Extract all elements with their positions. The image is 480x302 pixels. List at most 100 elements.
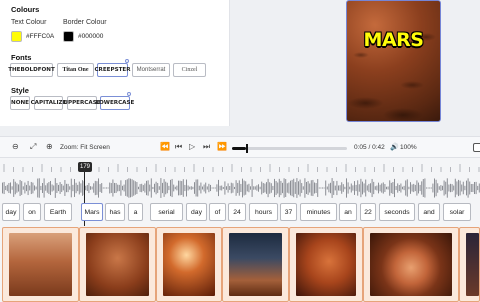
caption-settings-panel: Colours Text Colour #FFFC0A Border Colou…	[0, 0, 230, 126]
waveform-bar	[11, 186, 13, 190]
waveform-bar	[85, 185, 87, 191]
volume-icon[interactable]: 🔊	[390, 143, 399, 151]
border-colour-label: Border Colour	[63, 19, 107, 26]
caption-word-chip[interactable]: an	[339, 203, 357, 221]
playback-progress[interactable]	[232, 144, 347, 153]
caption-word-chip[interactable]: of	[209, 203, 226, 221]
caption-word-chip[interactable]: day	[186, 203, 207, 221]
border-colour-swatch[interactable]	[63, 31, 74, 42]
scene-thumbnail[interactable]	[363, 227, 459, 302]
text-colour-swatch[interactable]	[11, 31, 22, 42]
font-option-creepster[interactable]: CREEPSTER	[94, 63, 131, 77]
waveform-bar	[182, 179, 184, 197]
scene-thumbnail[interactable]	[156, 227, 222, 302]
waveform-bar	[14, 181, 16, 195]
skip-back-icon[interactable]: ⏮	[175, 142, 182, 152]
font-option-cinzel[interactable]: Cinzel	[173, 63, 206, 77]
audio-waveform[interactable]	[0, 176, 480, 200]
waveform-bar	[243, 180, 245, 196]
progress-knob[interactable]	[245, 144, 248, 153]
waveform-bar	[448, 184, 450, 192]
style-option-uppercase[interactable]: UPPERCASE	[63, 96, 101, 110]
style-option-none[interactable]: NONE	[10, 96, 30, 110]
waveform-bar	[210, 184, 211, 192]
zoom-in-icon[interactable]: ⊕	[46, 142, 53, 151]
caption-word-chip[interactable]: seconds	[379, 203, 415, 221]
fast-forward-icon[interactable]: ⏩	[217, 142, 227, 151]
caption-word-chip[interactable]: hours	[249, 203, 278, 221]
timeline-ruler[interactable]	[0, 162, 480, 172]
waveform-bar	[333, 181, 335, 195]
caption-word-chip[interactable]: minutes	[300, 203, 337, 221]
text-colour-value[interactable]: #FFFC0A	[26, 33, 54, 40]
waveform-bar	[70, 178, 72, 198]
waveform-bar	[200, 182, 202, 194]
waveform-bar	[472, 183, 474, 193]
caption-word-chip[interactable]: has	[105, 203, 125, 221]
waveform-bar	[381, 183, 383, 193]
waveform-bar	[334, 185, 336, 191]
waveform-bar	[294, 182, 296, 194]
play-icon[interactable]: ▷	[189, 142, 195, 151]
caption-word-chip[interactable]: a	[128, 203, 143, 221]
waveform-bar	[69, 186, 71, 190]
waveform-bar	[229, 186, 231, 190]
zoom-out-icon[interactable]: ⊖	[12, 142, 19, 151]
waveform-bar	[59, 182, 61, 194]
font-option-titan-one[interactable]: Titan One	[57, 63, 94, 77]
border-colour-value[interactable]: #000000	[78, 33, 103, 40]
waveform-bar	[80, 183, 82, 193]
scene-thumbnail[interactable]	[459, 227, 480, 302]
caption-word-chip[interactable]: solar	[443, 203, 471, 221]
waveform-bar	[368, 183, 370, 193]
caption-word-chip[interactable]: Mars	[81, 203, 103, 221]
waveform-bar	[37, 178, 39, 198]
caption-word-chip[interactable]: 37	[280, 203, 297, 221]
scene-thumbnail[interactable]	[222, 227, 289, 302]
style-option-capitalize[interactable]: CAPITALIZE	[31, 96, 66, 110]
font-option-theboldfont[interactable]: THEBOLDFONT	[8, 63, 55, 77]
waveform-bar	[307, 181, 309, 195]
waveform-bar	[112, 179, 114, 197]
scene-thumbnail[interactable]	[289, 227, 363, 302]
caption-word-chip[interactable]: on	[23, 203, 41, 221]
style-option-lowercase[interactable]: LOWERCASE	[96, 96, 134, 110]
waveform-bar	[282, 182, 283, 194]
waveform-bar	[126, 179, 128, 197]
waveform-bar	[45, 185, 47, 191]
video-preview[interactable]: MARS	[346, 0, 441, 122]
toolbar-checkbox[interactable]	[473, 143, 480, 152]
waveform-bar	[422, 179, 424, 197]
caption-word-chip[interactable]: 24	[228, 203, 246, 221]
waveform-bar	[171, 178, 173, 198]
waveform-bar	[430, 187, 432, 189]
waveform-bar	[429, 187, 431, 189]
scene-thumbnail[interactable]	[2, 227, 79, 302]
caption-word-chip[interactable]: and	[418, 203, 440, 221]
waveform-bar	[120, 180, 122, 196]
waveform-bar	[157, 183, 159, 193]
font-option-montserrat[interactable]: Montserrat	[132, 63, 170, 77]
waveform-bar	[344, 186, 346, 190]
waveform-bar	[426, 187, 427, 189]
waveform-bar	[61, 184, 63, 192]
waveform-bar	[259, 186, 261, 190]
expand-icon[interactable]: ⤢	[30, 142, 36, 152]
rewind-icon[interactable]: ⏪	[160, 142, 170, 151]
waveform-bar	[250, 186, 251, 190]
caption-word-chip[interactable]: 22	[360, 203, 376, 221]
volume-level[interactable]: 100%	[400, 144, 417, 151]
waveform-bar	[445, 181, 447, 195]
zoom-level[interactable]: Zoom: Fit Screen	[60, 144, 110, 151]
skip-forward-icon[interactable]: ⏭	[203, 142, 210, 152]
waveform-bar	[38, 178, 40, 198]
waveform-bar	[10, 182, 11, 194]
waveform-bar	[48, 182, 50, 194]
caption-word-chip[interactable]: day	[2, 203, 20, 221]
scene-thumbnail[interactable]	[79, 227, 156, 302]
waveform-bar	[190, 186, 192, 190]
caption-word-chip[interactable]: Earth	[44, 203, 72, 221]
caption-word-chip[interactable]: serial	[150, 203, 183, 221]
waveform-bar	[216, 184, 218, 192]
waveform-bar	[24, 182, 26, 194]
